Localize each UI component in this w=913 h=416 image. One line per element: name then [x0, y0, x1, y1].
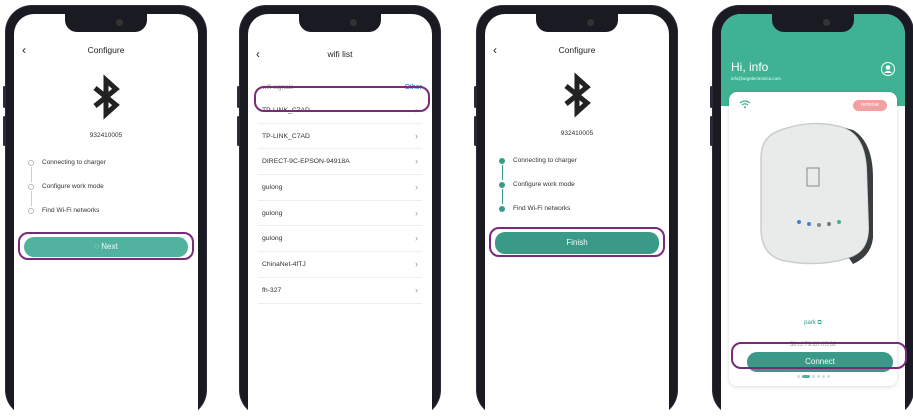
screen: ‹ Configure 932410005 Connecting to char…: [14, 14, 198, 416]
phone-configure-2: ‹ Configure 932410005 Connecting to char…: [474, 6, 677, 416]
page-indicator: [721, 368, 905, 386]
step-item: Configure work mode: [28, 182, 106, 206]
page-title: Configure: [558, 45, 596, 55]
step-item: Find Wi-Fi networks: [28, 206, 106, 230]
screen: ‹ Configure 932410005 Connecting to char…: [485, 14, 669, 416]
chevron-right-icon: ›: [415, 284, 418, 295]
screen: ‹ wifi list wifi signals Other TP-LINK_C…: [248, 14, 432, 416]
user-email: info@urgelectronica.com: [731, 76, 781, 81]
step-check-icon: [499, 206, 505, 212]
phone-configure-1: ‹ Configure 932410005 Connecting to char…: [3, 6, 206, 416]
step-check-icon: [499, 182, 505, 188]
edit-icon[interactable]: ⧉: [818, 320, 822, 326]
serial-number: 932410005: [89, 132, 123, 139]
step-item: Connecting to charger: [499, 156, 577, 180]
step-check-icon: [28, 208, 34, 214]
account-icon[interactable]: [881, 62, 895, 76]
wifi-network-item[interactable]: gulong ›: [258, 175, 422, 201]
highlight-frame: [254, 86, 430, 112]
chevron-right-icon: ›: [415, 130, 418, 141]
greeting: Hi, info: [731, 60, 769, 74]
phone-charger-connect: Hi, info info@urgelectronica.com remove: [710, 6, 913, 416]
phone-wifi-list: ‹ wifi list wifi signals Other TP-LINK_C…: [237, 6, 440, 416]
step-check-icon: [499, 158, 505, 164]
step-spinner-icon: [28, 160, 34, 166]
step-item: Connecting to charger: [28, 158, 106, 182]
step-item: Configure work mode: [499, 180, 577, 204]
chevron-right-icon: ›: [415, 182, 418, 193]
wifi-list: TP-LINK_C7AD › TP-LINK_C7AD › DIRECT-9C-EP…: [258, 98, 422, 304]
wifi-icon: [739, 100, 751, 109]
highlight-frame: [18, 232, 194, 260]
back-chevron-icon[interactable]: ‹: [22, 43, 26, 57]
chevron-right-icon: ›: [415, 233, 418, 244]
page-title: Configure: [87, 45, 125, 55]
page-title: wifi list: [327, 49, 353, 59]
charger-image: [760, 122, 873, 265]
highlight-frame: [731, 342, 907, 369]
wifi-network-item[interactable]: ChinaNet-4fTJ ›: [258, 252, 422, 278]
step-item: Find Wi-Fi networks: [499, 204, 577, 228]
wifi-network-item[interactable]: DIRECT-9C-EPSON-94918A ›: [258, 149, 422, 176]
highlight-frame: [489, 227, 665, 257]
chevron-right-icon: ›: [415, 259, 418, 270]
chevron-right-icon: ›: [415, 207, 418, 218]
wifi-network-item[interactable]: TP-LINK_C7AD ›: [258, 124, 422, 150]
bluetooth-icon: [564, 72, 591, 118]
device-name[interactable]: park ⧉: [729, 320, 897, 327]
bluetooth-icon: [93, 74, 120, 120]
back-chevron-icon[interactable]: ‹: [493, 43, 497, 57]
serial-number: 932410005: [560, 130, 594, 137]
step-check-icon: [28, 184, 34, 190]
remove-button[interactable]: remove: [853, 100, 887, 111]
wifi-network-item[interactable]: gulong ›: [258, 226, 422, 253]
wifi-network-item[interactable]: gulong ›: [258, 201, 422, 227]
wifi-network-item[interactable]: fh-327 ›: [258, 278, 422, 304]
chevron-right-icon: ›: [415, 156, 418, 167]
back-chevron-icon[interactable]: ‹: [256, 47, 260, 61]
